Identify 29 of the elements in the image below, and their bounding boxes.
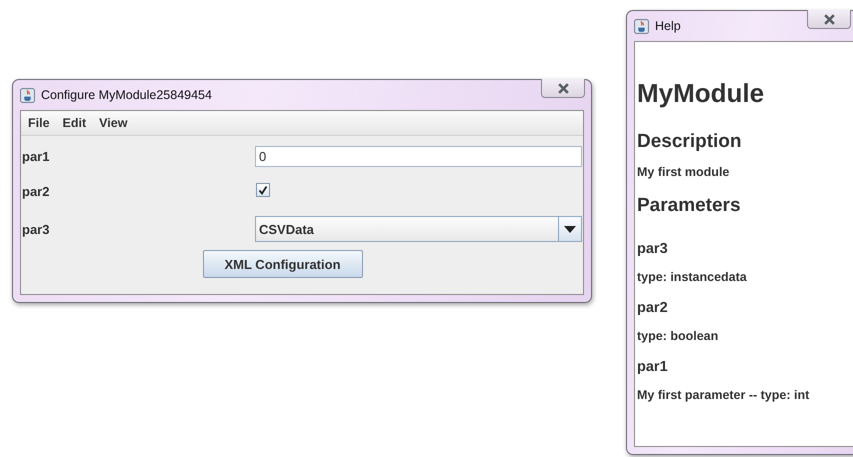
help-text: My first module [637,165,730,179]
dropdown[interactable]: CSVData [255,216,582,242]
help-heading: MyModule [637,78,766,109]
java-cup-icon [634,18,649,34]
window-title: Configure MyModule25849454 [41,88,212,102]
checkbox[interactable] [256,183,270,197]
close-button[interactable] [807,10,851,29]
close-icon [556,82,570,94]
xml-configuration-button[interactable]: XML Configuration [202,250,362,278]
parameter-label: par3 [22,222,50,236]
help-subheading: Parameters [637,195,742,217]
help-text: My first parameter -- type: int [637,388,810,402]
help-text: type: instancedata [637,270,748,284]
parameter-label: par2 [22,184,50,198]
close-icon [822,14,836,24]
menu-item[interactable]: View [99,116,128,130]
menu-item[interactable]: File [28,116,50,130]
close-button[interactable] [541,79,585,98]
caret-icon [564,226,576,232]
parameter-label: par1 [22,148,50,164]
help-subheading: Description [637,131,743,153]
window-title: Help [655,19,681,33]
parameter-name: par2 [637,300,669,316]
parameter-name: par3 [637,241,669,257]
menu-item[interactable]: Edit [62,116,86,130]
help-text: type: boolean [637,329,720,343]
text-field[interactable]: 0 [255,146,582,166]
java-cup-icon [20,88,35,102]
parameter-name: par1 [637,359,669,375]
